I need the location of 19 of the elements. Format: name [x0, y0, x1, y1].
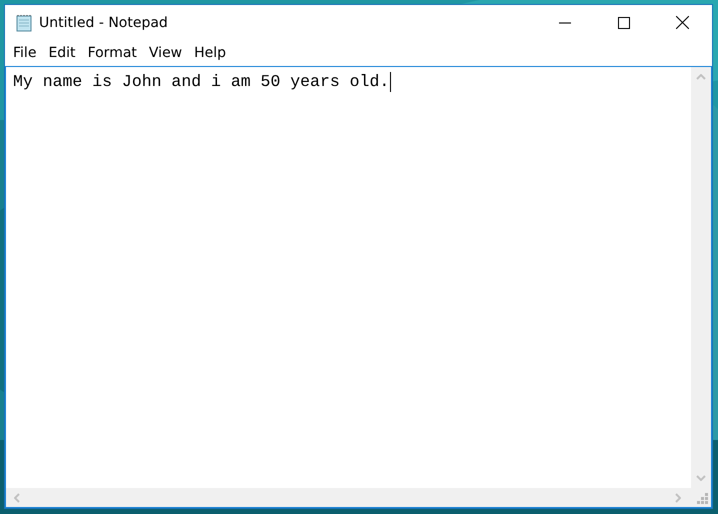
window-title: Untitled - Notepad — [39, 14, 168, 30]
scroll-up-icon — [696, 74, 706, 80]
minimize-icon — [558, 22, 570, 24]
vertical-scrollbar[interactable] — [691, 67, 711, 488]
maximize-icon — [618, 16, 630, 28]
resize-grip-icon — [697, 493, 708, 504]
menu-item[interactable]: Edit — [42, 45, 82, 61]
horizontal-scrollbar[interactable] — [6, 488, 691, 507]
document-text: My name is John and i am 50 years old. — [13, 72, 390, 92]
menu-item[interactable]: File — [7, 45, 42, 61]
menu-item[interactable]: View — [142, 45, 188, 61]
menu-item[interactable]: Format — [82, 45, 143, 61]
text-area[interactable]: My name is John and i am 50 years old. — [5, 66, 712, 508]
notepad-icon — [15, 14, 33, 32]
scroll-left-icon — [14, 492, 20, 502]
scroll-right-icon — [675, 492, 681, 502]
menu-item[interactable]: Help — [188, 45, 232, 61]
close-icon — [676, 16, 689, 29]
scroll-down-icon — [696, 475, 706, 481]
